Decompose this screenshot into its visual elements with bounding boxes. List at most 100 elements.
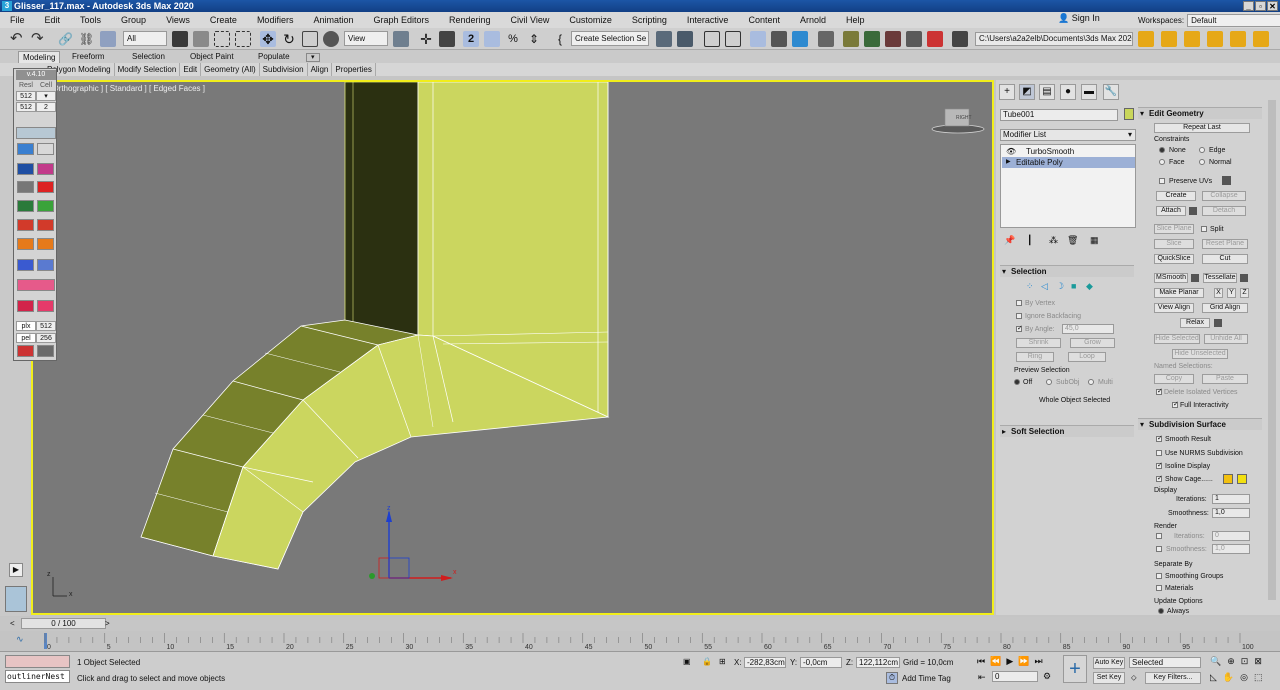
menu-create[interactable]: Create [200, 15, 247, 25]
link-icon[interactable]: 🔗 [58, 31, 74, 47]
motion-tab-icon[interactable]: ● [1060, 84, 1076, 100]
time-configuration-icon[interactable]: ⚙ [1043, 671, 1051, 682]
zoom-all-icon[interactable]: ⊕ [1227, 656, 1235, 667]
object-name-field[interactable]: Tube001 [1000, 109, 1118, 121]
count-field[interactable]: 2 [36, 102, 56, 112]
add-time-tag-button[interactable]: Add Time Tag [902, 674, 951, 683]
polygon-level-icon[interactable]: ■ [1071, 281, 1083, 293]
time-slider[interactable]: 0 / 100 [21, 618, 106, 629]
maxscript-input[interactable]: outlinerNest [5, 670, 70, 683]
modifier-list-dropdown[interactable]: Modifier List ▾ [1000, 129, 1136, 141]
auto-key-button[interactable]: Auto Key [1093, 657, 1125, 669]
attach-button[interactable]: Attach [1156, 206, 1186, 216]
constraint-normal-radio[interactable] [1199, 159, 1205, 165]
named-selection-dropdown[interactable]: Create Selection Se [571, 31, 649, 46]
create-button[interactable]: Create [1156, 191, 1196, 201]
relax-settings-icon[interactable] [1214, 319, 1222, 327]
z-coord-field[interactable]: 122,112cm [856, 657, 900, 668]
selection-lock-icon[interactable]: 🔒 [702, 657, 712, 666]
key-mode-toggle-icon[interactable]: ⇤ [978, 672, 986, 683]
curve-editor-icon[interactable] [771, 31, 787, 47]
grow-button[interactable]: Grow [1070, 338, 1115, 348]
isolate-selection-icon[interactable]: ▣ [683, 657, 691, 666]
star-tool-icon[interactable] [37, 238, 54, 250]
render-smoothness-checkbox[interactable] [1156, 546, 1162, 552]
command-panel-scrollbar[interactable] [1268, 100, 1276, 600]
render-iterative-icon[interactable] [906, 31, 922, 47]
expand-icon[interactable]: ▶ [1006, 157, 1011, 168]
panel-modify-selection[interactable]: Modify Selection [115, 63, 181, 76]
planar-x-button[interactable]: X [1214, 288, 1223, 298]
edge-tool-icon[interactable] [17, 200, 34, 212]
menu-views[interactable]: Views [156, 15, 200, 25]
menu-arnold[interactable]: Arnold [790, 15, 836, 25]
brush-tool-icon[interactable] [37, 345, 54, 357]
gizmo-y-axis[interactable] [369, 573, 375, 579]
materials-checkbox[interactable] [1156, 585, 1162, 591]
viewport-layout-icon[interactable] [1138, 31, 1154, 47]
panel-properties[interactable]: Properties [332, 63, 376, 76]
restore-button[interactable]: ▫ [1255, 1, 1266, 11]
show-cage-checkbox[interactable] [1156, 474, 1163, 482]
slice-button[interactable]: Slice [1154, 239, 1194, 249]
hide-unselected-button[interactable]: Hide Unselected [1172, 349, 1228, 359]
menu-edit[interactable]: Edit [35, 15, 71, 25]
vertex-level-icon[interactable]: ⁘ [1026, 281, 1038, 293]
constraint-edge-radio[interactable] [1199, 147, 1205, 153]
menu-file[interactable]: File [0, 15, 35, 25]
show-end-result-icon[interactable]: ┃ [1027, 235, 1032, 246]
selection-filter-dropdown[interactable]: All [123, 31, 167, 46]
menu-modifiers[interactable]: Modifiers [247, 15, 304, 25]
layers-toolbar-icon[interactable] [1207, 31, 1223, 47]
project-folder-icon[interactable] [952, 31, 968, 47]
subdivision-surface-rollout-header[interactable]: Subdivision Surface [1138, 418, 1262, 431]
render-iterations-spinner[interactable]: 0 [1212, 531, 1250, 541]
make-planar-button[interactable]: Make Planar [1154, 288, 1204, 298]
cut-button[interactable]: Cut [1202, 254, 1248, 264]
pivot-tool-icon[interactable] [37, 143, 54, 155]
zoom-extents-all-icon[interactable]: ⊠ [1254, 656, 1262, 667]
mirror-icon[interactable] [656, 31, 672, 47]
render-production-icon[interactable] [885, 31, 901, 47]
rect-selection-icon[interactable] [214, 31, 230, 47]
align-tool-icon[interactable] [17, 300, 34, 312]
menu-tools[interactable]: Tools [70, 15, 111, 25]
window-crossing-icon[interactable] [235, 31, 251, 47]
configure-sets-icon[interactable]: ▦ [1090, 235, 1099, 246]
panel-edit[interactable]: Edit [180, 63, 202, 76]
project-path-field[interactable]: C:\Users\a2a2elb\Documents\3ds Max 2020 [975, 32, 1133, 46]
panel-subdivision[interactable]: Subdivision [260, 63, 308, 76]
grid-align-button[interactable]: Grid Align [1202, 303, 1248, 313]
tab-selection[interactable]: Selection [128, 51, 169, 63]
relax-tool-icon[interactable] [17, 219, 34, 231]
edit-named-selection-icon[interactable]: { [552, 31, 568, 47]
by-vertex-checkbox[interactable] [1016, 300, 1022, 306]
tab-populate[interactable]: Populate [254, 51, 294, 63]
normal-tool-icon[interactable] [17, 345, 34, 357]
undo-icon[interactable]: ↶ [10, 31, 26, 47]
loop-button[interactable]: Loop [1068, 352, 1106, 362]
go-to-end-icon[interactable]: ⏭ [1034, 656, 1042, 667]
set-key-big-icon[interactable]: + [1063, 655, 1087, 683]
field-of-view-icon[interactable]: ◺ [1210, 672, 1217, 683]
remove-modifier-icon[interactable]: 🗑 [1067, 235, 1078, 246]
set-key-button[interactable]: Set Key [1093, 672, 1125, 684]
cage-color-swatch-2[interactable] [1237, 474, 1247, 484]
next-frame-icon[interactable]: > [105, 619, 110, 628]
preserve-uvs-settings-icon[interactable] [1222, 176, 1231, 185]
ring-button[interactable]: Ring [1016, 352, 1054, 362]
soft-selection-rollout-header[interactable]: Soft Selection [1000, 425, 1134, 438]
absolute-mode-icon[interactable]: ⊞ [719, 657, 726, 666]
zoom-icon[interactable]: 🔍 [1210, 656, 1221, 667]
unlink-icon[interactable]: ⛓ [79, 31, 95, 47]
current-frame-field[interactable]: 0 [992, 671, 1038, 682]
tessellate-settings-icon[interactable] [1240, 274, 1248, 282]
constraint-face-radio[interactable] [1159, 159, 1165, 165]
select-object-icon[interactable] [172, 31, 188, 47]
tree-tool-icon[interactable] [17, 259, 34, 271]
grid-array-icon[interactable] [17, 181, 34, 193]
select-by-name-icon[interactable] [193, 31, 209, 47]
spline-tool-icon[interactable] [17, 279, 55, 291]
angle-snap-icon[interactable] [484, 31, 500, 47]
redo-icon[interactable]: ↷ [31, 31, 47, 47]
